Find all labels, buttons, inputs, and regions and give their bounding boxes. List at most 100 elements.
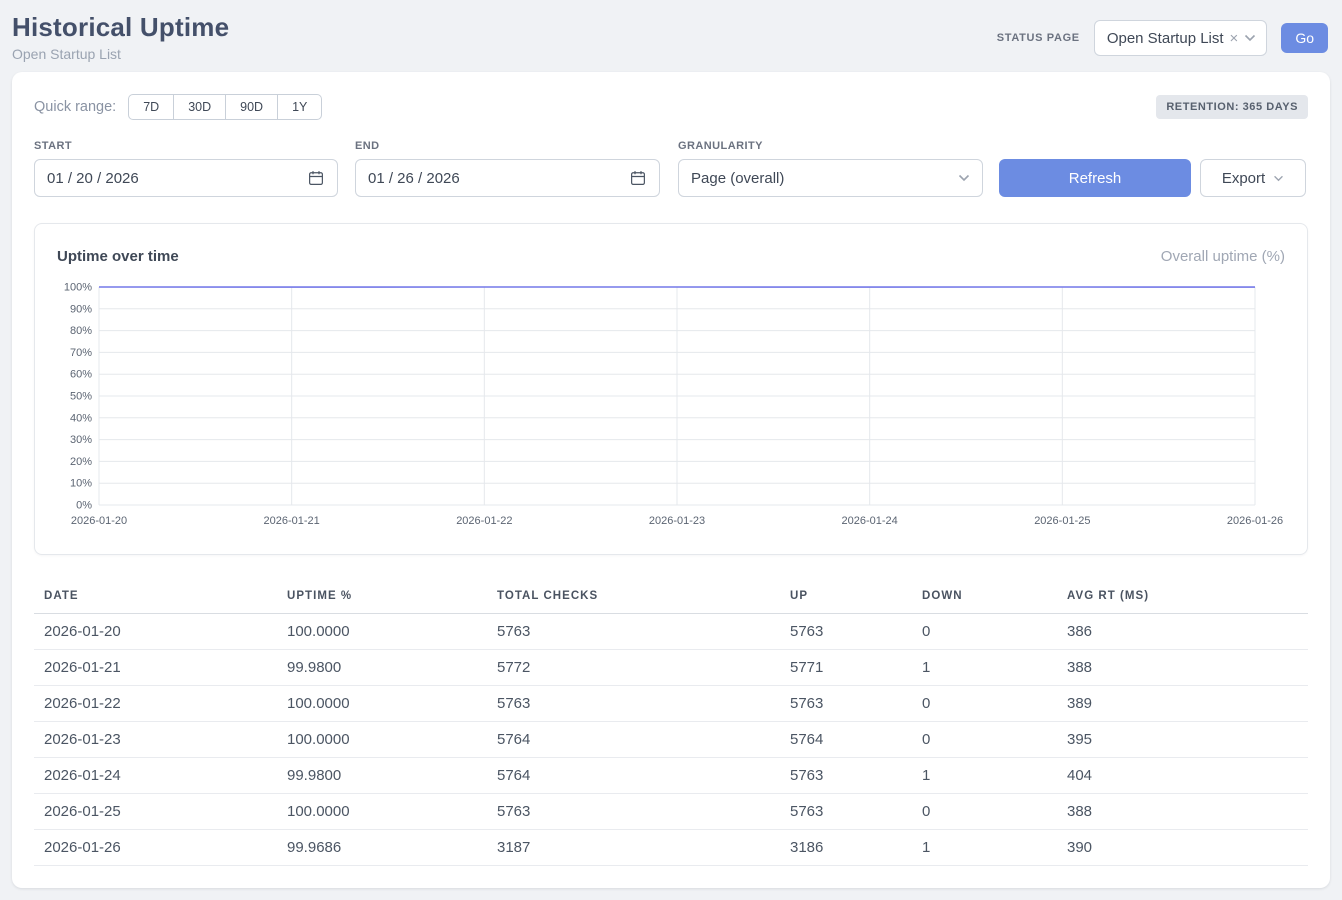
table-cell: 395 xyxy=(1057,722,1308,758)
table-cell: 386 xyxy=(1057,614,1308,650)
axis-tick-label: 10% xyxy=(70,478,92,490)
go-button[interactable]: Go xyxy=(1281,23,1328,53)
axis-tick-label: 2026-01-23 xyxy=(649,515,705,527)
export-button[interactable]: Export xyxy=(1200,159,1306,197)
column-header: UPTIME % xyxy=(277,579,487,614)
granularity-field: GRANULARITY Page (overall) xyxy=(678,140,983,197)
table-row: 2026-01-23100.0000576457640395 xyxy=(34,722,1308,758)
quick-range-row: Quick range: 7D30D90D1Y RETENTION: 365 D… xyxy=(34,94,1308,120)
table-cell: 2026-01-25 xyxy=(34,794,277,830)
table-header-row: DATEUPTIME %TOTAL CHECKSUPDOWNAVG RT (MS… xyxy=(34,579,1308,614)
clear-selection-icon[interactable]: × xyxy=(1230,30,1239,47)
chart-legend: Overall uptime (%) xyxy=(1161,248,1285,265)
column-header: DOWN xyxy=(912,579,1057,614)
table-cell: 389 xyxy=(1057,686,1308,722)
table-cell: 1 xyxy=(912,650,1057,686)
main-panel: Quick range: 7D30D90D1Y RETENTION: 365 D… xyxy=(12,72,1330,888)
chevron-down-icon xyxy=(1244,34,1256,42)
table-cell: 404 xyxy=(1057,758,1308,794)
retention-badge: RETENTION: 365 DAYS xyxy=(1156,95,1308,119)
axis-tick-label: 2026-01-24 xyxy=(842,515,898,527)
quick-range-90d[interactable]: 90D xyxy=(225,94,278,120)
table-cell: 99.9800 xyxy=(277,650,487,686)
table-cell: 5763 xyxy=(487,614,780,650)
table-cell: 5764 xyxy=(487,758,780,794)
table-row: 2026-01-2699.9686318731861390 xyxy=(34,830,1308,866)
table-cell: 5763 xyxy=(487,794,780,830)
granularity-value: Page (overall) xyxy=(691,170,784,187)
table-row: 2026-01-2499.9800576457631404 xyxy=(34,758,1308,794)
axis-tick-label: 0% xyxy=(76,500,92,512)
quick-range-7d[interactable]: 7D xyxy=(128,94,174,120)
table-cell: 2026-01-20 xyxy=(34,614,277,650)
chart-title: Uptime over time xyxy=(57,248,179,265)
table-cell: 100.0000 xyxy=(277,722,487,758)
chart-header: Uptime over time Overall uptime (%) xyxy=(55,242,1287,277)
quick-range-1y[interactable]: 1Y xyxy=(277,94,322,120)
filter-form: START 01 / 20 / 2026 END 01 / 26 / 2026 … xyxy=(34,140,1308,197)
calendar-icon[interactable] xyxy=(629,169,647,187)
uptime-chart: 0%10%20%30%40%50%60%70%80%90%100%2026-01… xyxy=(55,277,1287,540)
table-cell: 2026-01-21 xyxy=(34,650,277,686)
axis-tick-label: 40% xyxy=(70,412,92,424)
end-date-label: END xyxy=(355,140,660,152)
status-page-selected-value: Open Startup List xyxy=(1107,30,1224,47)
table-cell: 5771 xyxy=(780,650,912,686)
start-date-value: 01 / 20 / 2026 xyxy=(47,170,139,187)
uptime-chart-svg: 0%10%20%30%40%50%60%70%80%90%100%2026-01… xyxy=(55,277,1287,535)
start-date-input[interactable]: 01 / 20 / 2026 xyxy=(34,159,338,197)
header: Historical Uptime Open Startup List STAT… xyxy=(0,0,1342,72)
start-date-label: START xyxy=(34,140,338,152)
end-date-value: 01 / 26 / 2026 xyxy=(368,170,460,187)
axis-tick-label: 2026-01-26 xyxy=(1227,515,1283,527)
status-page-label: STATUS PAGE xyxy=(997,32,1080,44)
refresh-button[interactable]: Refresh xyxy=(999,159,1191,197)
table-cell: 5763 xyxy=(780,614,912,650)
table-cell: 5764 xyxy=(487,722,780,758)
table-cell: 5763 xyxy=(780,758,912,794)
table-cell: 2026-01-24 xyxy=(34,758,277,794)
table-cell: 388 xyxy=(1057,794,1308,830)
quick-range-label: Quick range: xyxy=(34,99,116,115)
table-cell: 5763 xyxy=(780,794,912,830)
page-title: Historical Uptime xyxy=(12,12,229,43)
table-cell: 2026-01-26 xyxy=(34,830,277,866)
table-cell: 100.0000 xyxy=(277,614,487,650)
table-cell: 99.9686 xyxy=(277,830,487,866)
table-cell: 5763 xyxy=(487,686,780,722)
status-page-select[interactable]: Open Startup List × xyxy=(1094,20,1268,56)
column-header: UP xyxy=(780,579,912,614)
chevron-down-icon xyxy=(958,174,970,182)
table-cell: 1 xyxy=(912,830,1057,866)
axis-tick-label: 60% xyxy=(70,369,92,381)
uptime-table: DATEUPTIME %TOTAL CHECKSUPDOWNAVG RT (MS… xyxy=(34,579,1308,866)
table-cell: 0 xyxy=(912,794,1057,830)
quick-range-30d[interactable]: 30D xyxy=(173,94,226,120)
column-header: TOTAL CHECKS xyxy=(487,579,780,614)
axis-tick-label: 80% xyxy=(70,325,92,337)
table-cell: 3187 xyxy=(487,830,780,866)
granularity-label: GRANULARITY xyxy=(678,140,983,152)
axis-tick-label: 2026-01-25 xyxy=(1034,515,1090,527)
axis-tick-label: 20% xyxy=(70,456,92,468)
granularity-select[interactable]: Page (overall) xyxy=(678,159,983,197)
table-cell: 0 xyxy=(912,686,1057,722)
column-header: AVG RT (MS) xyxy=(1057,579,1308,614)
axis-tick-label: 50% xyxy=(70,391,92,403)
axis-tick-label: 30% xyxy=(70,434,92,446)
table-row: 2026-01-2199.9800577257711388 xyxy=(34,650,1308,686)
calendar-icon[interactable] xyxy=(307,169,325,187)
table-cell: 390 xyxy=(1057,830,1308,866)
quick-range-group: 7D30D90D1Y xyxy=(128,94,322,120)
axis-tick-label: 2026-01-22 xyxy=(456,515,512,527)
end-date-input[interactable]: 01 / 26 / 2026 xyxy=(355,159,660,197)
table-row: 2026-01-20100.0000576357630386 xyxy=(34,614,1308,650)
table-cell: 3186 xyxy=(780,830,912,866)
table-cell: 0 xyxy=(912,614,1057,650)
export-button-label: Export xyxy=(1222,170,1265,187)
axis-tick-label: 2026-01-20 xyxy=(71,515,127,527)
table-cell: 1 xyxy=(912,758,1057,794)
end-date-field: END 01 / 26 / 2026 xyxy=(355,140,660,197)
axis-tick-label: 2026-01-21 xyxy=(264,515,320,527)
table-cell: 99.9800 xyxy=(277,758,487,794)
